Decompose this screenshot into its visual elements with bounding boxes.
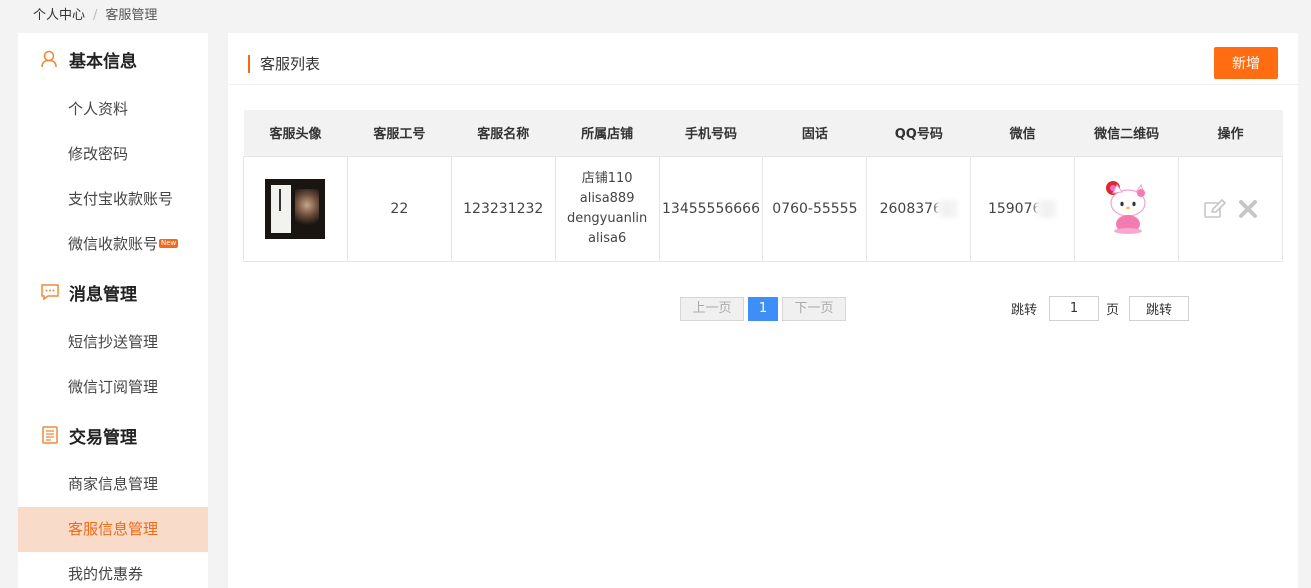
column-header: 手机号码: [659, 110, 763, 156]
column-header: QQ号码: [866, 110, 971, 156]
cell-actions: [1178, 155, 1283, 262]
panel-header: 客服列表 新增: [228, 33, 1298, 85]
main-panel: 客服列表 新增 客服头像 客服工号 客服名称 所属店铺 手机号码 固话 QQ号码…: [228, 33, 1298, 588]
store-name: alisa6: [588, 230, 627, 246]
page-unit-label: 页: [1106, 303, 1120, 318]
column-header: 所属店铺: [555, 110, 660, 156]
qrcode-image[interactable]: [1103, 179, 1151, 239]
breadcrumb-home[interactable]: 个人中心: [33, 8, 85, 23]
avatar-cell: [243, 155, 348, 262]
redaction-blur: [935, 199, 958, 218]
sidebar-item-wechat-account[interactable]: 微信收款账号 New: [18, 222, 208, 267]
cell-phone: 13455556666: [658, 155, 764, 262]
prev-page-button[interactable]: 上一页: [680, 297, 744, 321]
service-table: 客服头像 客服工号 客服名称 所属店铺 手机号码 固话 QQ号码 微信 微信二维…: [243, 110, 1283, 262]
page-jump: 跳转 页 跳转: [1011, 296, 1190, 321]
pagination: 上一页 1 下一页: [680, 297, 846, 321]
sidebar-item-label: 微信收款账号: [68, 235, 159, 253]
user-icon: [38, 47, 62, 71]
cell-id: 22: [346, 155, 452, 262]
sidebar-item-coupons[interactable]: 我的优惠券: [18, 552, 208, 588]
section-title: 消息管理: [69, 284, 137, 305]
sidebar-item-sms-copy[interactable]: 短信抄送管理: [18, 320, 208, 365]
qq-value: 2608376: [879, 200, 942, 217]
next-page-button[interactable]: 下一页: [782, 297, 846, 321]
avatar: [265, 178, 326, 239]
message-icon: [38, 280, 62, 304]
cell-stores: 店铺110 alisa889 dengyuanlin alisa6: [554, 155, 660, 262]
add-button[interactable]: 新增: [1214, 47, 1278, 79]
column-header: 固话: [762, 110, 867, 156]
jump-page-input[interactable]: [1049, 296, 1100, 321]
sidebar-item-change-password[interactable]: 修改密码: [18, 132, 208, 177]
section-message-management: 消息管理: [18, 270, 208, 314]
sidebar-item-wechat-subscribe[interactable]: 微信订阅管理: [18, 365, 208, 410]
wechat-value: 159076: [987, 200, 1042, 217]
page-title: 客服列表: [248, 55, 320, 73]
section-title: 基本信息: [69, 51, 137, 72]
page-number-current[interactable]: 1: [748, 297, 778, 321]
cell-qq: 2608376: [866, 155, 972, 262]
cell-wechat: 159076: [970, 155, 1076, 262]
section-trade-management: 交易管理: [18, 413, 208, 457]
cell-tel: 0760-55555: [762, 155, 868, 262]
section-basic-info: 基本信息: [18, 37, 208, 81]
section-title: 交易管理: [69, 427, 137, 448]
breadcrumb-current: 客服管理: [105, 8, 158, 23]
breadcrumb-separator: /: [93, 8, 98, 23]
column-header: 客服头像: [243, 110, 348, 156]
column-header: 微信: [970, 110, 1075, 156]
sidebar-item-merchant-info[interactable]: 商家信息管理: [18, 462, 208, 507]
new-badge: New: [159, 239, 179, 248]
column-header: 客服名称: [451, 110, 556, 156]
sidebar-item-service-info[interactable]: 客服信息管理: [18, 507, 208, 552]
column-header: 客服工号: [347, 110, 452, 156]
delete-icon[interactable]: [1238, 199, 1258, 219]
store-name: dengyuanlin: [566, 210, 648, 226]
redaction-blur: [1035, 199, 1058, 218]
table-header-row: 客服头像 客服工号 客服名称 所属店铺 手机号码 固话 QQ号码 微信 微信二维…: [243, 110, 1283, 156]
document-icon: [38, 423, 62, 447]
column-header: 操作: [1178, 110, 1283, 156]
cell-qrcode: [1074, 155, 1180, 262]
sidebar: 基本信息 个人资料 修改密码 支付宝收款账号 微信收款账号 New 消息管理 短信…: [18, 33, 208, 588]
store-name: 店铺110: [581, 170, 633, 186]
store-name: alisa889: [579, 190, 635, 206]
table-row: 22 123231232 店铺110 alisa889 dengyuanlin …: [243, 155, 1283, 262]
cell-name: 123231232: [450, 155, 556, 262]
column-header: 微信二维码: [1074, 110, 1179, 156]
sidebar-item-profile[interactable]: 个人资料: [18, 87, 208, 132]
jump-label: 跳转: [1011, 303, 1038, 318]
sidebar-item-alipay-account[interactable]: 支付宝收款账号: [18, 177, 208, 222]
edit-icon[interactable]: [1203, 198, 1226, 219]
jump-button[interactable]: 跳转: [1129, 296, 1190, 321]
breadcrumb: 个人中心 / 客服管理: [33, 7, 157, 25]
